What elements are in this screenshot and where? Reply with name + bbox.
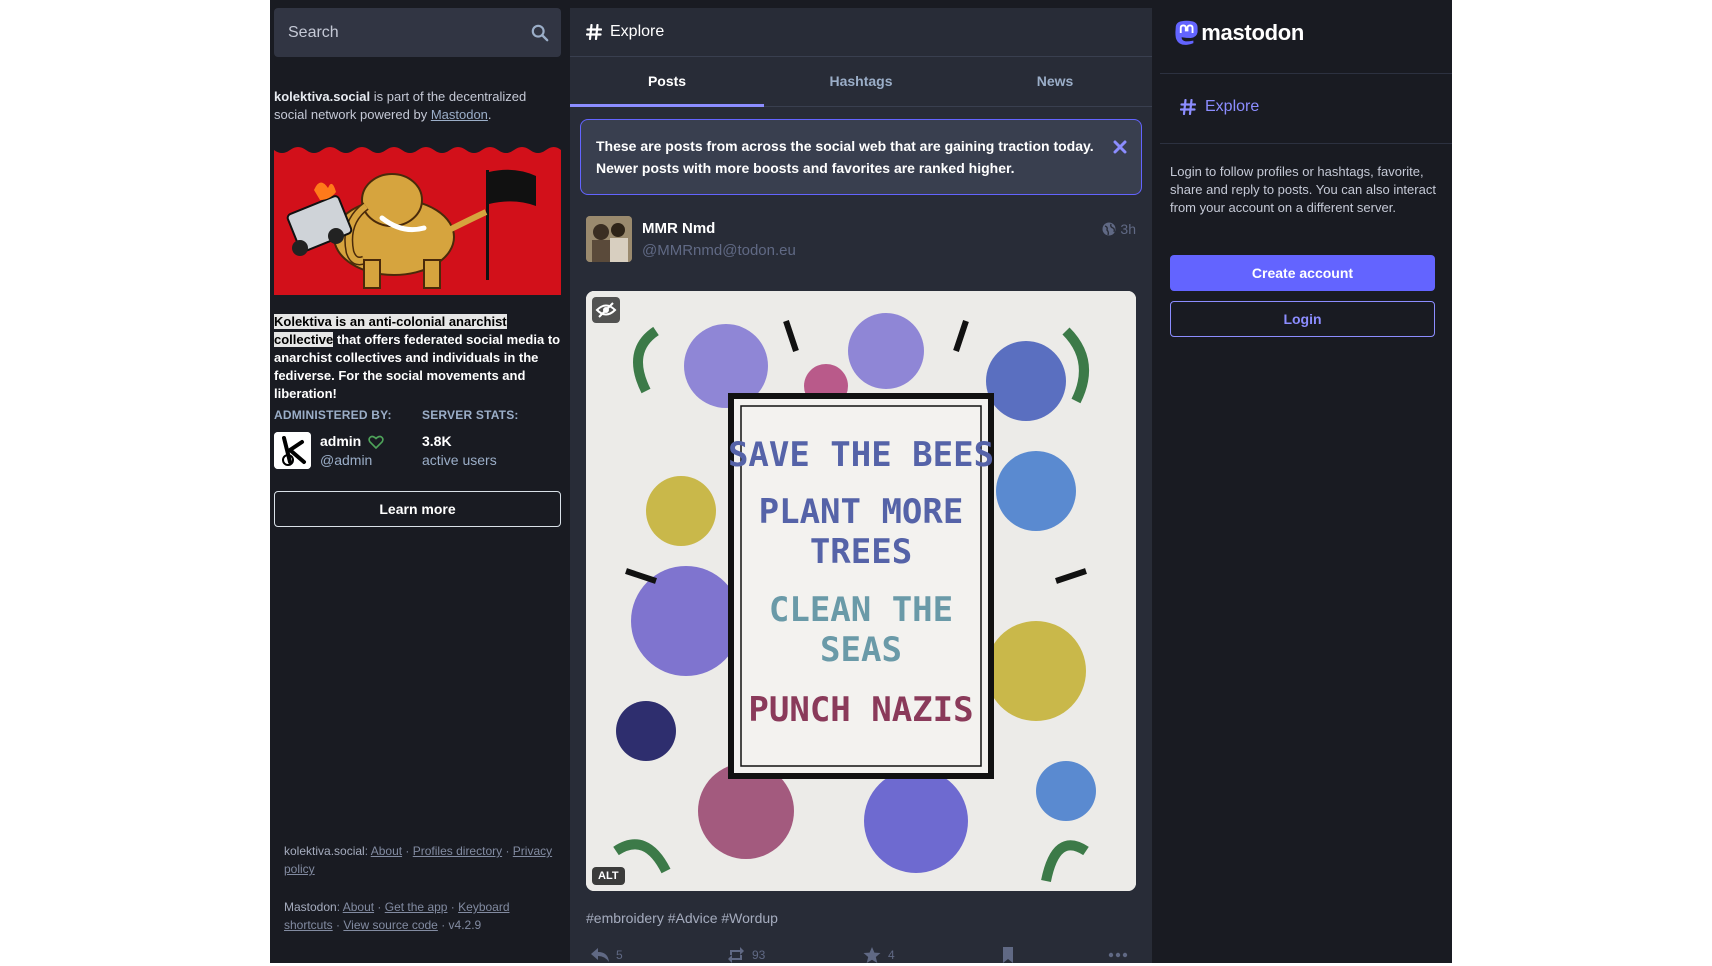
footer-server-name: kolektiva.social bbox=[284, 844, 365, 858]
boost-count: 93 bbox=[752, 948, 766, 962]
divider bbox=[1160, 73, 1452, 74]
post-actions: 5 93 4 bbox=[586, 946, 1136, 966]
administered-by-label: ADMINISTERED BY: bbox=[274, 408, 392, 422]
explore-tabs: Posts Hashtags News bbox=[570, 57, 1152, 107]
admin-avatar[interactable] bbox=[274, 432, 311, 469]
footer-mastodon-name: Mastodon bbox=[284, 900, 337, 914]
server-about: kolektiva.social is part of the decentra… bbox=[274, 88, 561, 124]
bookmark-icon bbox=[1003, 947, 1013, 963]
boost-button[interactable]: 93 bbox=[726, 946, 765, 964]
bookmark-button[interactable] bbox=[998, 946, 1018, 964]
post-hashtags[interactable]: #embroidery #Advice #Wordup bbox=[586, 910, 778, 926]
active-users-count: 3.8K bbox=[422, 433, 452, 449]
footer-server-links: kolektiva.social: About · Profiles direc… bbox=[284, 844, 553, 876]
server-stats-label: SERVER STATS: bbox=[422, 408, 519, 422]
logo-wordmark: mastodon bbox=[1201, 20, 1304, 45]
search-icon[interactable] bbox=[531, 24, 549, 42]
more-icon bbox=[1108, 952, 1128, 958]
admin-avatar-graphic bbox=[274, 432, 311, 469]
footer-link-about[interactable]: About bbox=[371, 844, 402, 858]
reply-button[interactable]: 5 bbox=[590, 946, 623, 964]
server-domain: kolektiva.social bbox=[274, 89, 371, 104]
hashtag-icon bbox=[586, 24, 602, 40]
explore-column: Explore Posts Hashtags News These are po… bbox=[570, 8, 1152, 963]
star-icon bbox=[863, 947, 881, 963]
alt-badge[interactable]: ALT bbox=[592, 867, 625, 885]
artwork-line-6: PUNCH NAZIS bbox=[748, 690, 973, 730]
footer-version: v4.2.9 bbox=[448, 918, 482, 932]
nav-item-explore-label: Explore bbox=[1205, 98, 1260, 115]
login-button[interactable]: Login bbox=[1170, 301, 1435, 337]
about-end: . bbox=[487, 107, 492, 122]
reply-icon bbox=[591, 948, 609, 962]
artwork-line-3: TREES bbox=[810, 532, 912, 572]
column-title: Explore bbox=[610, 23, 665, 40]
post-media-image[interactable]: SAVE THE BEES PLANT MORE TREES CLEAN THE… bbox=[586, 291, 1136, 891]
post-author-handle[interactable]: @MMRnmd@todon.eu bbox=[642, 242, 796, 259]
footer-link-view-source[interactable]: View source code bbox=[343, 918, 438, 932]
tab-news[interactable]: News bbox=[958, 57, 1152, 106]
login-prompt: Login to follow profiles or hashtags, fa… bbox=[1170, 164, 1436, 215]
tab-posts[interactable]: Posts bbox=[570, 57, 764, 106]
divider bbox=[1160, 143, 1452, 144]
artwork-line-1: SAVE THE BEES bbox=[728, 435, 994, 475]
artwork-line-2: PLANT MORE bbox=[759, 492, 964, 532]
reply-count: 5 bbox=[616, 948, 623, 962]
mastodon-link[interactable]: Mastodon bbox=[431, 107, 488, 122]
admin-name[interactable]: admin bbox=[320, 433, 361, 449]
search-input[interactable] bbox=[288, 8, 518, 57]
mastodon-logo[interactable]: mastodon bbox=[1174, 16, 1304, 50]
post-time-text: 3h bbox=[1120, 221, 1136, 237]
footer-mastodon-links: Mastodon: About · Get the app · Keyboard… bbox=[284, 900, 510, 932]
mastodon-logo-icon bbox=[1175, 20, 1198, 45]
hashtag-icon bbox=[1180, 99, 1196, 115]
globe-icon bbox=[1102, 222, 1116, 236]
tab-hashtags[interactable]: Hashtags bbox=[764, 57, 958, 106]
left-column: kolektiva.social is part of the decentra… bbox=[274, 0, 561, 963]
avatar-photo bbox=[586, 216, 632, 262]
more-button[interactable] bbox=[1108, 946, 1128, 964]
post-timestamp[interactable]: 3h bbox=[1102, 221, 1136, 237]
hide-media-icon[interactable] bbox=[592, 297, 620, 323]
boost-icon bbox=[728, 947, 744, 963]
admin-handle: @admin bbox=[320, 452, 373, 468]
footer-link-mastodon-about[interactable]: About bbox=[343, 900, 374, 914]
notice-text: These are posts from across the social w… bbox=[596, 138, 1094, 176]
explore-notice: These are posts from across the social w… bbox=[580, 119, 1142, 195]
hero-illustration bbox=[274, 142, 561, 289]
favorite-button[interactable]: 4 bbox=[862, 946, 895, 964]
post-author-name[interactable]: MMR Nmd bbox=[642, 220, 715, 237]
active-users-label: active users bbox=[422, 452, 497, 468]
column-header[interactable]: Explore bbox=[570, 8, 1152, 57]
post-author-avatar[interactable] bbox=[586, 216, 632, 262]
close-icon[interactable] bbox=[1113, 140, 1127, 154]
server-hero-image bbox=[274, 142, 561, 295]
learn-more-button[interactable]: Learn more bbox=[274, 491, 561, 527]
artwork-line-5: SEAS bbox=[820, 630, 902, 670]
embroidery-artwork: SAVE THE BEES PLANT MORE TREES CLEAN THE… bbox=[586, 291, 1136, 891]
search-box[interactable] bbox=[274, 8, 561, 57]
active-tab-indicator bbox=[570, 104, 764, 107]
footer-link-profiles-directory[interactable]: Profiles directory bbox=[413, 844, 502, 858]
footer-link-get-app[interactable]: Get the app bbox=[385, 900, 448, 914]
heart-icon bbox=[368, 435, 384, 449]
server-description: Kolektiva is an anti-colonial anarchist … bbox=[274, 313, 561, 403]
favorite-count: 4 bbox=[888, 948, 895, 962]
navigation-panel: mastodon Explore Login to follow profile… bbox=[1160, 0, 1452, 963]
create-account-button[interactable]: Create account bbox=[1170, 255, 1435, 291]
artwork-line-4: CLEAN THE bbox=[769, 590, 953, 630]
app-window: kolektiva.social is part of the decentra… bbox=[270, 0, 1452, 963]
nav-item-explore[interactable]: Explore bbox=[1180, 98, 1259, 116]
